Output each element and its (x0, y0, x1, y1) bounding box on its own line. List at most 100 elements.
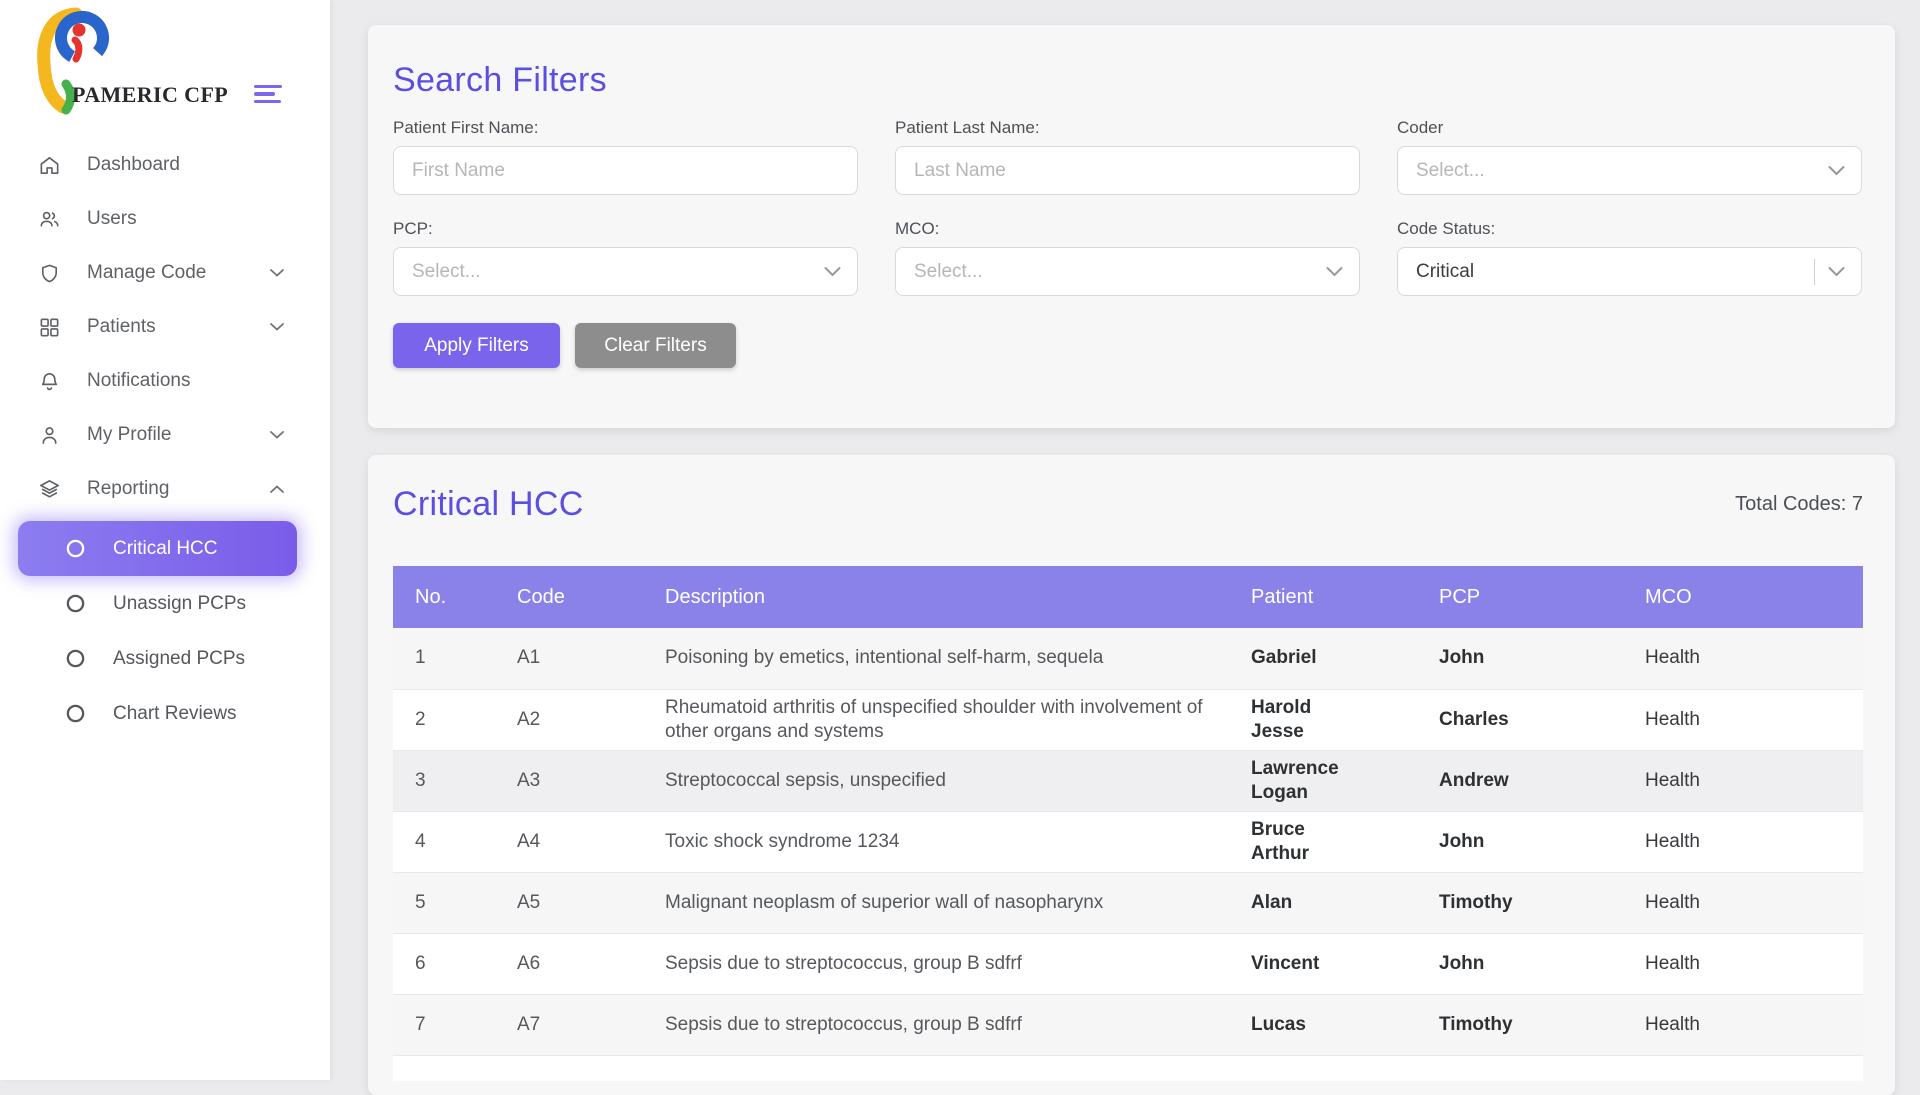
search-filters-card: Search Filters Patient First Name: Patie… (368, 25, 1895, 428)
apply-filters-button[interactable]: Apply Filters (393, 323, 560, 368)
sidebar-subitem-label: Chart Reviews (113, 703, 237, 725)
table-title: Critical HCC (393, 485, 584, 524)
cell-mco: Health (1623, 872, 1863, 933)
coder-field: Coder Select... (1397, 118, 1862, 195)
home-icon (38, 154, 61, 177)
circle-icon (65, 593, 86, 614)
cell-description: Toxic shock syndrome 1234 (643, 811, 1229, 872)
code-status-value: Critical (1416, 261, 1814, 283)
pcp-select[interactable]: Select... (393, 247, 858, 296)
cell-no: 6 (393, 933, 495, 994)
cell-pcp: John (1417, 933, 1623, 994)
cell-mco: Health (1623, 994, 1863, 1055)
cell-description: Malignant neoplasm of superior wall of n… (643, 872, 1229, 933)
mco-field: MCO: Select... (895, 219, 1360, 296)
sidebar-item-label: Dashboard (87, 154, 180, 176)
circle-icon (65, 703, 86, 724)
sidebar-item-label: Notifications (87, 370, 191, 392)
sidebar-item-users[interactable]: Users (0, 192, 330, 246)
bell-icon (38, 370, 61, 393)
sidebar-item-reporting[interactable]: Reporting (0, 462, 330, 516)
cell-patient: Vincent (1229, 933, 1417, 994)
sidebar: PAMERIC CFP Dashboard Users (0, 0, 330, 1080)
sidebar-item-my-profile[interactable]: My Profile (0, 408, 330, 462)
filter-buttons: Apply Filters Clear Filters (393, 323, 1863, 368)
coder-label: Coder (1397, 118, 1862, 138)
sidebar-item-critical-hcc[interactable]: Critical HCC (18, 521, 297, 576)
cell-description: Sepsis due to streptococcus, group B sdf… (643, 994, 1229, 1055)
shield-icon (38, 262, 61, 285)
table-header: No. Code Description Patient PCP MCO (393, 566, 1863, 628)
sidebar-item-unassign-pcps[interactable]: Unassign PCPs (18, 576, 297, 631)
clear-filters-button[interactable]: Clear Filters (575, 323, 736, 368)
coder-select-placeholder: Select... (1416, 160, 1828, 182)
column-header-pcp: PCP (1417, 566, 1623, 628)
table-row: 7 A7 Sepsis due to streptococcus, group … (393, 994, 1863, 1055)
table-row: 6 A6 Sepsis due to streptococcus, group … (393, 933, 1863, 994)
sidebar-subitem-label: Critical HCC (113, 538, 218, 560)
brand-name: PAMERIC CFP (72, 82, 228, 108)
sidebar-subitem-label: Assigned PCPs (113, 648, 245, 670)
cell-no: 3 (393, 750, 495, 811)
table-header-row: Critical HCC Total Codes: 7 (393, 455, 1863, 524)
cell-pcp: John (1417, 811, 1623, 872)
mco-label: MCO: (895, 219, 1360, 239)
select-separator (1814, 259, 1815, 285)
cell-patient: Gabriel (1229, 628, 1417, 689)
chevron-down-icon (270, 269, 284, 278)
first-name-label: Patient First Name: (393, 118, 858, 138)
sidebar-item-label: Manage Code (87, 262, 206, 284)
first-name-input[interactable] (393, 146, 858, 195)
table-row: 5 A5 Malignant neoplasm of superior wall… (393, 872, 1863, 933)
chevron-down-icon (270, 323, 284, 332)
cell-code: A6 (495, 933, 643, 994)
users-icon (38, 208, 61, 231)
cell-patient: Lucas (1229, 994, 1417, 1055)
cell-description: Sepsis due to streptococcus, group B sdf… (643, 933, 1229, 994)
table-footer-spacer (393, 1056, 1863, 1081)
cell-code: A2 (495, 689, 643, 750)
last-name-input[interactable] (895, 146, 1360, 195)
cell-pcp: Andrew (1417, 750, 1623, 811)
table-row: 4 A4 Toxic shock syndrome 1234 Bruce Art… (393, 811, 1863, 872)
coder-select[interactable]: Select... (1397, 146, 1862, 195)
reporting-submenu: Critical HCC Unassign PCPs Assigned PCPs (0, 521, 330, 741)
cell-description: Rheumatoid arthritis of unspecified shou… (643, 689, 1229, 750)
cell-code: A1 (495, 628, 643, 689)
cell-code: A4 (495, 811, 643, 872)
critical-hcc-card: Critical HCC Total Codes: 7 No. Code Des… (368, 455, 1895, 1095)
cell-no: 5 (393, 872, 495, 933)
filters-title: Search Filters (393, 25, 1863, 100)
sidebar-subitem-label: Unassign PCPs (113, 593, 246, 615)
mco-select-placeholder: Select... (914, 261, 1326, 283)
main-content: Search Filters Patient First Name: Patie… (330, 0, 1920, 1080)
cell-patient: Harold Jesse (1229, 689, 1417, 750)
total-codes-label: Total Codes: 7 (1735, 493, 1863, 516)
cell-mco: Health (1623, 750, 1863, 811)
pcp-select-placeholder: Select... (412, 261, 824, 283)
column-header-description: Description (643, 566, 1229, 628)
cell-mco: Health (1623, 811, 1863, 872)
sidebar-item-assigned-pcps[interactable]: Assigned PCPs (18, 631, 297, 686)
cell-pcp: John (1417, 628, 1623, 689)
mco-select[interactable]: Select... (895, 247, 1360, 296)
sidebar-item-chart-reviews[interactable]: Chart Reviews (18, 686, 297, 741)
pcp-label: PCP: (393, 219, 858, 239)
sidebar-item-label: Patients (87, 316, 156, 338)
sidebar-item-manage-code[interactable]: Manage Code (0, 246, 330, 300)
sidebar-item-dashboard[interactable]: Dashboard (0, 138, 330, 192)
cell-pcp: Timothy (1417, 872, 1623, 933)
cell-no: 1 (393, 628, 495, 689)
code-status-label: Code Status: (1397, 219, 1862, 239)
menu-toggle-icon[interactable] (254, 85, 284, 107)
code-status-select[interactable]: Critical (1397, 247, 1862, 296)
chevron-down-icon (1828, 165, 1845, 176)
sidebar-item-notifications[interactable]: Notifications (0, 354, 330, 408)
sidebar-item-patients[interactable]: Patients (0, 300, 330, 354)
cell-code: A7 (495, 994, 643, 1055)
code-status-field: Code Status: Critical (1397, 219, 1862, 296)
critical-hcc-table: No. Code Description Patient PCP MCO 1 A… (393, 566, 1863, 1056)
sidebar-item-label: Reporting (87, 478, 169, 500)
cell-mco: Health (1623, 628, 1863, 689)
column-header-no: No. (393, 566, 495, 628)
